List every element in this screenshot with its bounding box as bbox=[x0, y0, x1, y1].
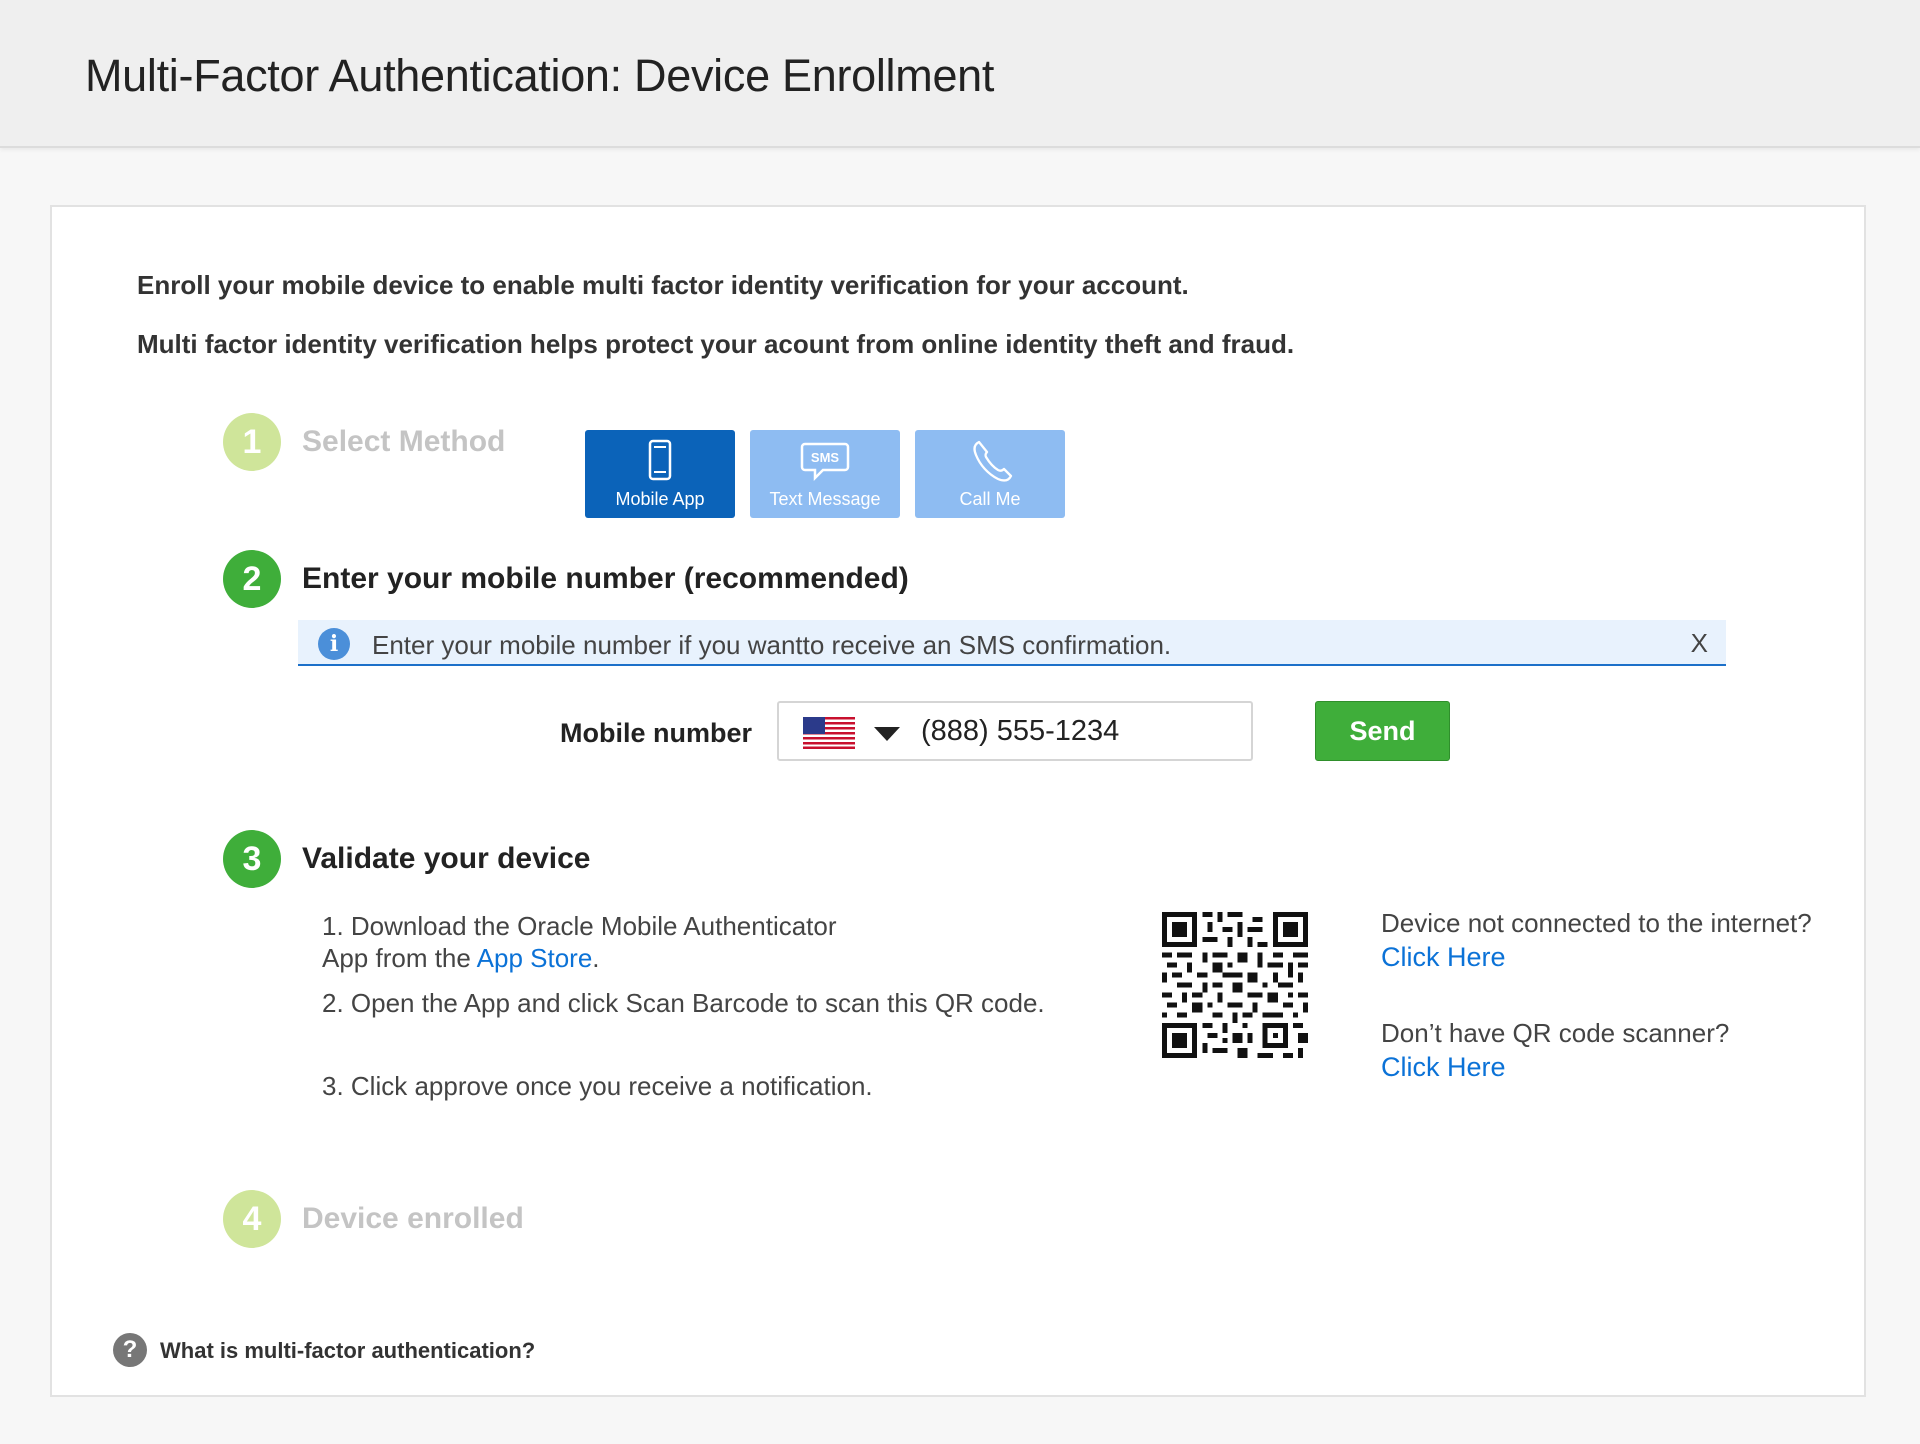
instruction-1: 1. Download the Oracle Mobile Authentica… bbox=[322, 910, 837, 974]
step-4-title: Device enrolled bbox=[302, 1202, 524, 1235]
offline-question: Device not connected to the internet? bbox=[1381, 908, 1812, 938]
instruction-1-prefix: App from the bbox=[322, 943, 477, 973]
instruction-1-end: . bbox=[592, 943, 600, 973]
sms-bubble-icon: SMS bbox=[800, 442, 850, 482]
intro-line-1: Enroll your mobile device to enable mult… bbox=[137, 270, 1189, 300]
phone-handset-icon bbox=[973, 440, 1013, 482]
method-call-me-button[interactable]: Call Me bbox=[915, 430, 1065, 518]
page-header: Multi-Factor Authentication: Device Enro… bbox=[0, 0, 1920, 148]
mobile-number-field bbox=[777, 701, 1253, 761]
question-icon: ? bbox=[113, 1333, 147, 1367]
instruction-2: 2. Open the App and click Scan Barcode t… bbox=[322, 988, 1045, 1018]
send-button[interactable]: Send bbox=[1315, 701, 1450, 761]
step-2-title: Enter your mobile number (recommended) bbox=[302, 562, 909, 595]
phone-number-input[interactable] bbox=[921, 715, 1221, 748]
offline-click-here-link[interactable]: Click Here bbox=[1381, 942, 1506, 973]
step-3-number: 3 bbox=[223, 830, 281, 888]
info-message-bar: i Enter your mobile number if you wantto… bbox=[298, 620, 1726, 666]
method-mobile-app-button[interactable]: Mobile App bbox=[585, 430, 735, 518]
step-3-title: Validate your device bbox=[302, 842, 591, 875]
method-text-message-button[interactable]: SMS Text Message bbox=[750, 430, 900, 518]
info-icon: i bbox=[318, 628, 350, 660]
instruction-3: 3. Click approve once you receive a noti… bbox=[322, 1071, 873, 1101]
page-title: Multi-Factor Authentication: Device Enro… bbox=[85, 50, 995, 101]
mobile-number-label: Mobile number bbox=[560, 718, 753, 748]
instruction-1-line-b: App from the App Store. bbox=[322, 942, 837, 974]
step-1-number: 1 bbox=[223, 413, 281, 471]
info-message-text: Enter your mobile number if you wantto r… bbox=[372, 630, 1172, 660]
method-label: Mobile App bbox=[615, 489, 705, 509]
qr-code bbox=[1162, 912, 1308, 1058]
no-scanner-question: Don’t have QR code scanner? bbox=[1381, 1018, 1730, 1048]
mobile-phone-icon bbox=[648, 439, 672, 481]
what-is-mfa-link[interactable]: What is multi-factor authentication? bbox=[160, 1338, 535, 1364]
app-store-link[interactable]: App Store bbox=[477, 943, 593, 973]
us-flag-icon[interactable] bbox=[803, 717, 855, 749]
method-label: Call Me bbox=[959, 489, 1021, 509]
close-info-button[interactable]: X bbox=[1691, 628, 1708, 659]
chevron-down-icon[interactable] bbox=[874, 727, 900, 741]
step-2-number: 2 bbox=[223, 550, 281, 608]
step-4-number: 4 bbox=[223, 1190, 281, 1248]
step-1-title: Select Method bbox=[302, 425, 506, 458]
instruction-1-line-a: 1. Download the Oracle Mobile Authentica… bbox=[322, 911, 837, 941]
no-scanner-click-here-link[interactable]: Click Here bbox=[1381, 1052, 1506, 1083]
intro-line-2: Multi factor identity verification helps… bbox=[137, 329, 1295, 359]
method-label: Text Message bbox=[769, 489, 881, 509]
sms-icon-text: SMS bbox=[811, 450, 840, 465]
